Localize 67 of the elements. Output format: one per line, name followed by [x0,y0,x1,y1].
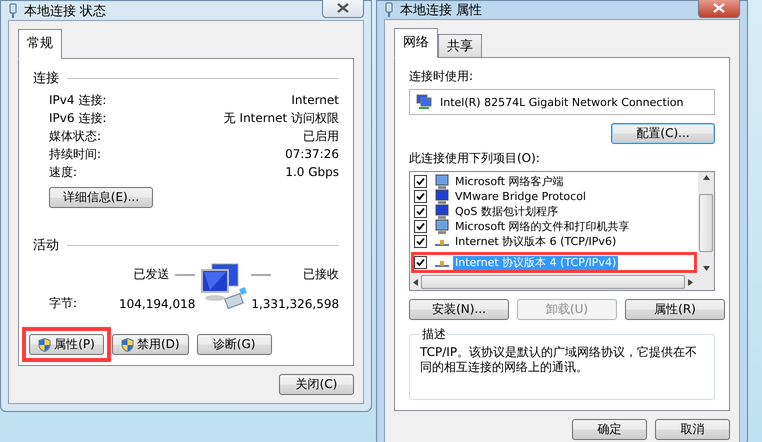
section-heading: 连接 [33,70,59,87]
checkbox[interactable] [414,205,427,218]
info-value: Internet [291,93,339,107]
info-value: 无 Internet 访问权限 [224,110,339,126]
list-label: 此连接使用下列项目(O): [409,150,541,167]
checkbox[interactable] [414,256,427,269]
info-label: IPv4 连接: [49,92,106,108]
close-button[interactable] [698,0,740,18]
checkbox[interactable] [414,175,427,188]
window-title: 本地连接 状态 [24,2,108,20]
close-icon [713,2,725,12]
section-heading: 活动 [33,237,59,254]
vertical-scrollbar[interactable] [698,172,714,274]
window-title: 本地连接 属性 [400,2,484,19]
dialog-button[interactable]: 取消 [655,419,730,440]
details-button[interactable]: 详细信息(E)... [49,187,153,208]
info-value: 07:37:26 [285,147,339,161]
list-item[interactable]: VMware Bridge Protocol [453,190,588,204]
computer-icon [434,174,450,190]
computer-icon [434,218,450,234]
info-label: 持续时间: [49,146,102,162]
info-label: IPv6 连接: [49,110,106,126]
action-button[interactable]: 属性(P) [29,334,104,355]
scroll-left-icon[interactable] [412,278,419,286]
list-item[interactable]: Microsoft 网络的文件和打印机共享 [453,220,632,234]
checkbox[interactable] [414,220,427,233]
close-dialog-button[interactable]: 关闭(C) [279,374,354,395]
computer-icon [434,188,450,204]
item-action-button[interactable]: 安装(N)... [409,299,509,320]
info-label: 速度: [49,164,78,180]
shield-icon [121,338,134,352]
action-button[interactable]: 诊断(G) [196,334,272,355]
description-text: TCP/IP。该协议是默认的广域网络协议，它提供在不同的相互连接的网络上的通讯。 [420,345,698,375]
dialog-button[interactable]: 确定 [572,419,647,440]
shield-icon [38,338,52,352]
scroll-down-icon[interactable] [702,265,710,272]
bytes-label: 字节: [49,295,78,312]
computer-icon [434,204,450,220]
list-item[interactable]: Microsoft 网络客户端 [453,174,566,188]
tab[interactable]: 网络 [394,28,438,58]
network-plug-icon [8,2,18,18]
network-adapter-icon [416,94,432,110]
bytes-sent: 104,194,018 [119,296,196,310]
tab[interactable]: 常规 [18,29,62,59]
sent-label: 已发送 [133,266,170,283]
info-label: 媒体状态: [49,128,102,144]
scroll-up-icon[interactable] [702,174,710,181]
bytes-received: 1,331,326,598 [251,296,340,310]
list-item[interactable]: QoS 数据包计划程序 [453,204,560,218]
close-icon [337,3,349,13]
tab[interactable]: 共享 [438,34,482,58]
horizontal-scrollbar[interactable] [410,274,714,290]
adapter-name: Intel(R) 82574L Gigabit Network Connection [440,96,684,108]
configure-button[interactable]: 配置(C)... [611,123,715,144]
group-heading: 描述 [421,326,447,343]
scroll-right-icon[interactable] [687,278,694,286]
info-value: 已启用 [303,128,339,144]
checkbox[interactable] [414,235,427,248]
action-button[interactable]: 禁用(D) [112,334,189,355]
received-label: 已接收 [303,266,340,283]
list-item[interactable]: Internet 协议版本 6 (TCP/IPv6) [453,234,618,248]
checkbox[interactable] [414,190,427,203]
info-value: 1.0 Gbps [285,165,339,179]
close-button[interactable] [322,0,364,18]
field-label: 连接时使用: [409,68,474,85]
item-action-button[interactable]: 属性(R) [625,299,725,320]
network-plug-icon [384,2,394,18]
